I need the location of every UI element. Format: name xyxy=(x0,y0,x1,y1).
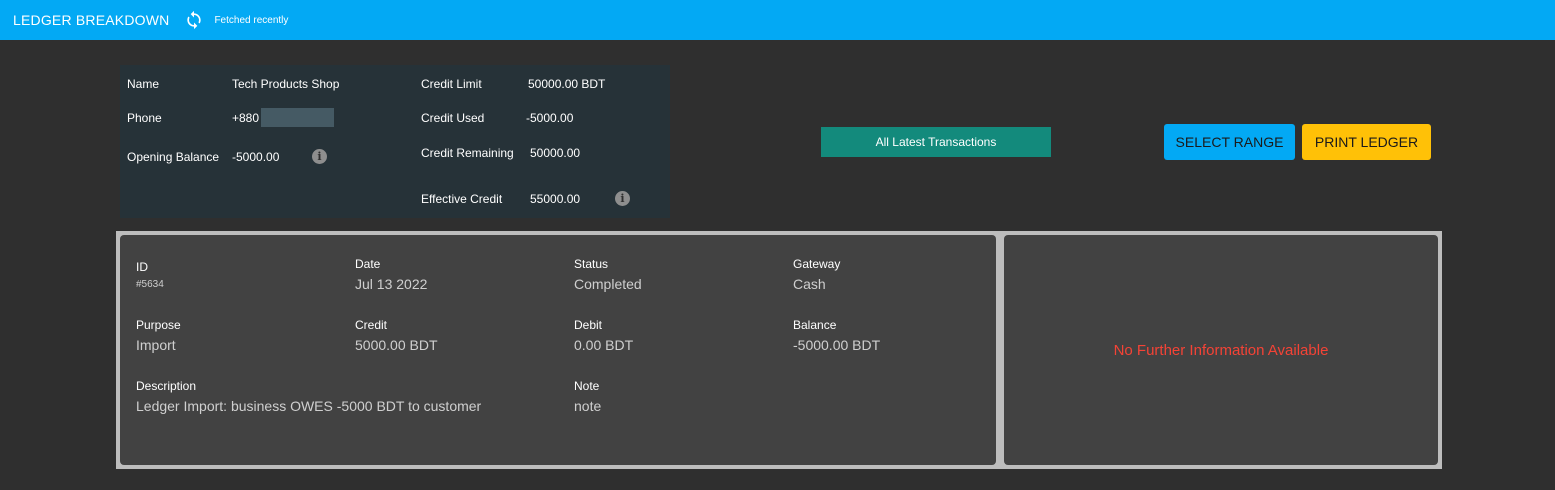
phone-value: +880 xyxy=(232,111,260,125)
gateway-value: Cash xyxy=(793,276,826,292)
name-label: Name xyxy=(127,77,160,91)
page-title: LEDGER BREAKDOWN xyxy=(13,12,170,28)
details-panel: No Further Information Available xyxy=(1004,235,1438,465)
opening-balance-info-icon[interactable]: i xyxy=(312,149,327,164)
status-value: Completed xyxy=(574,276,642,292)
credit-value: 5000.00 BDT xyxy=(355,337,438,353)
note-value: note xyxy=(574,398,602,414)
all-latest-transactions-button[interactable]: All Latest Transactions xyxy=(821,127,1051,157)
opening-balance-value: -5000.00 xyxy=(232,150,280,164)
id-value: #5634 xyxy=(136,279,164,290)
description-value: Ledger Import: business OWES -5000 BDT t… xyxy=(136,398,482,414)
fetch-status: Fetched recently xyxy=(214,14,289,26)
top-app-bar: LEDGER BREAKDOWN Fetched recently xyxy=(0,0,1555,40)
transaction-card[interactable]: ID #5634 Date Jul 13 2022 Status Complet… xyxy=(120,235,996,465)
credit-remaining-label: Credit Remaining xyxy=(421,146,514,160)
date-value: Jul 13 2022 xyxy=(355,276,428,292)
description-label: Description xyxy=(136,379,197,393)
balance-value: -5000.00 BDT xyxy=(793,337,881,353)
credit-label: Credit xyxy=(355,318,388,332)
effective-credit-info-icon[interactable]: i xyxy=(615,191,630,206)
credit-limit-value: 50000.00 BDT xyxy=(528,77,606,91)
effective-credit-label: Effective Credit xyxy=(421,192,503,206)
balance-label: Balance xyxy=(793,318,837,332)
name-value: Tech Products Shop xyxy=(232,77,340,91)
effective-credit-value: 55000.00 xyxy=(530,192,581,206)
select-range-button[interactable]: SELECT RANGE xyxy=(1164,124,1295,160)
no-info-message: No Further Information Available xyxy=(1113,341,1329,359)
credit-remaining-value: 50000.00 xyxy=(530,146,581,160)
credit-used-value: -5000.00 xyxy=(526,111,574,125)
note-label: Note xyxy=(574,379,600,393)
date-label: Date xyxy=(355,257,381,271)
purpose-label: Purpose xyxy=(136,318,181,332)
id-label: ID xyxy=(136,260,148,274)
refresh-icon[interactable] xyxy=(183,9,205,31)
customer-info-card: Name Tech Products Shop Phone +880 Openi… xyxy=(120,65,670,218)
purpose-value: Import xyxy=(136,337,176,353)
masked-phone-number xyxy=(261,108,334,127)
debit-label: Debit xyxy=(574,318,603,332)
credit-used-label: Credit Used xyxy=(421,111,485,125)
phone-label: Phone xyxy=(127,111,162,125)
print-ledger-button[interactable]: PRINT LEDGER xyxy=(1302,124,1431,160)
gateway-label: Gateway xyxy=(793,257,841,271)
status-label: Status xyxy=(574,257,609,271)
credit-limit-label: Credit Limit xyxy=(421,77,482,91)
opening-balance-label: Opening Balance xyxy=(127,150,220,164)
debit-value: 0.00 BDT xyxy=(574,337,634,353)
